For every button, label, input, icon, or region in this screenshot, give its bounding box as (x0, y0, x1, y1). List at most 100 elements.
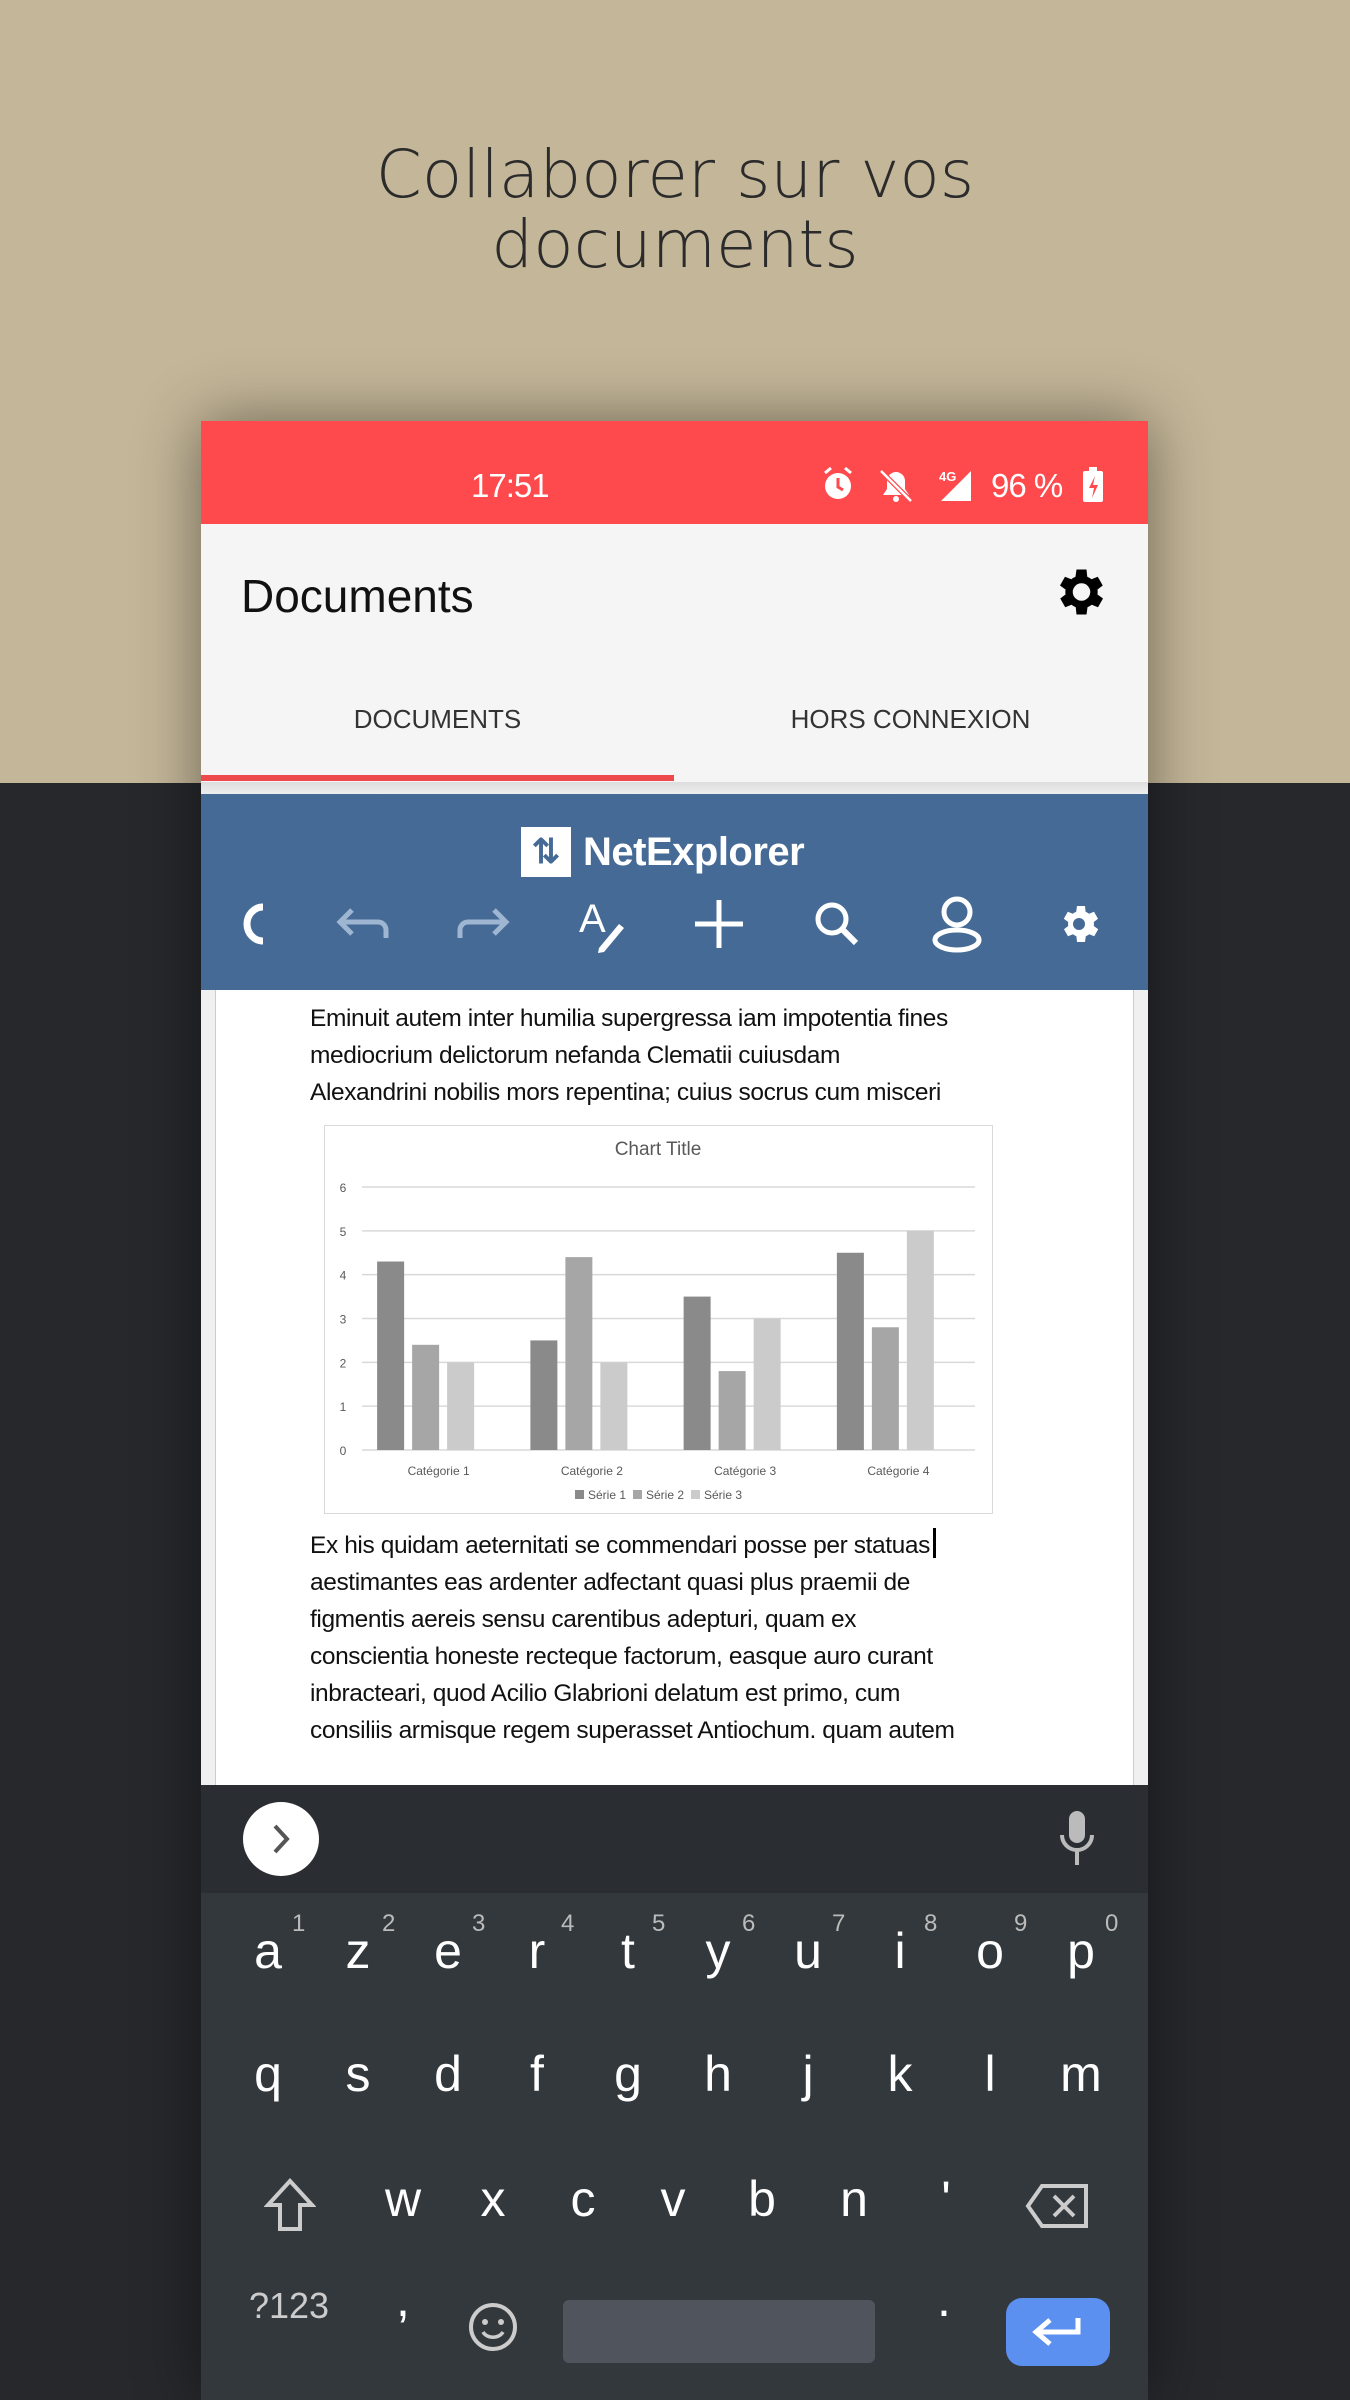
bar-4-series-2 (871, 1327, 899, 1450)
backspace-icon[interactable] (1024, 2182, 1090, 2230)
key-c[interactable]: c (571, 2170, 596, 2228)
brand-name: NetExplorer (583, 829, 805, 874)
keyboard-suggestion-bar (201, 1785, 1148, 1893)
key-hint-number: 8 (924, 1910, 938, 1937)
paragraph-2[interactable]: Ex his quidam aeternitati se commendari … (310, 1527, 1030, 1749)
text-line: aestimantes eas ardenter adfectant quasi… (310, 1569, 910, 1596)
tab-documents[interactable]: DOCUMENTS (201, 704, 674, 735)
key-r[interactable]: r (529, 1922, 546, 1980)
legend-swatch (575, 1490, 584, 1499)
key-v[interactable]: v (661, 2170, 686, 2228)
svg-text:4G: 4G (939, 469, 956, 484)
bar-4-series-1 (836, 1252, 864, 1450)
key-w[interactable]: w (385, 2170, 421, 2228)
settings-icon[interactable] (1044, 889, 1114, 959)
undo-icon[interactable] (329, 889, 399, 959)
y-tick-label: 1 (340, 1400, 347, 1414)
key-l[interactable]: l (984, 2045, 995, 2103)
y-tick-label: 5 (340, 1225, 347, 1239)
y-tick-label: 0 (340, 1444, 347, 1458)
text-line: figmentis aereis sensu carentibus adeptu… (310, 1606, 857, 1633)
expand-chevron-icon[interactable] (243, 1802, 319, 1876)
key-z[interactable]: z (346, 1922, 371, 1980)
key-x[interactable]: x (481, 2170, 506, 2228)
key-a[interactable]: a (254, 1922, 282, 1980)
text-line: conscientia honeste recteque factorum, e… (310, 1643, 933, 1670)
key-n[interactable]: n (840, 2170, 868, 2228)
netexplorer-logo: ⇅ NetExplorer (521, 827, 805, 877)
text-format-icon[interactable]: A (570, 889, 640, 959)
headline-line: documents (491, 206, 859, 283)
shift-icon[interactable] (264, 2177, 316, 2233)
enter-key[interactable] (1006, 2298, 1110, 2366)
key-s[interactable]: s (346, 2045, 371, 2103)
key-hint-number: 4 (561, 1910, 575, 1937)
y-tick-label: 6 (340, 1181, 347, 1195)
key-f[interactable]: f (530, 2045, 544, 2103)
bar-2-series-1 (530, 1340, 558, 1450)
key-e[interactable]: e (434, 1922, 462, 1980)
bar-2-series-2 (565, 1257, 593, 1450)
key-apostrophe[interactable]: ' (941, 2170, 951, 2228)
period-key[interactable]: . (937, 2270, 951, 2328)
key-p[interactable]: p (1067, 1922, 1095, 1980)
y-tick-label: 4 (340, 1269, 347, 1283)
key-hint-number: 5 (652, 1910, 666, 1937)
search-icon[interactable] (802, 889, 872, 959)
key-y[interactable]: y (706, 1922, 731, 1980)
key-hint-number: 1 (292, 1910, 306, 1937)
key-h[interactable]: h (704, 2045, 732, 2103)
key-j[interactable]: j (802, 2045, 813, 2103)
key-d[interactable]: d (434, 2045, 462, 2103)
comma-key[interactable]: , (396, 2270, 410, 2328)
user-icon[interactable] (922, 889, 992, 959)
add-icon[interactable] (684, 889, 754, 959)
alarm-icon (824, 466, 852, 499)
key-b[interactable]: b (748, 2170, 776, 2228)
settings-gear-icon[interactable] (1049, 562, 1109, 622)
key-hint-number: 6 (742, 1910, 756, 1937)
key-m[interactable]: m (1060, 2045, 1102, 2103)
legend-swatch (633, 1490, 642, 1499)
embedded-chart[interactable]: Chart Title 0 1 2 3 4 5 6 Catégorie 1 Catégorie 2… (324, 1125, 993, 1514)
text-line: inbracteari, quod Acilio Glabrioni delat… (310, 1680, 900, 1707)
key-k[interactable]: k (888, 2045, 913, 2103)
legend-label: Série 3 (704, 1488, 742, 1502)
symbols-key[interactable]: ?123 (249, 2285, 329, 2327)
key-hint-number: 9 (1014, 1910, 1028, 1937)
legend-label: Série 1 (588, 1488, 626, 1502)
microphone-icon[interactable] (1059, 1811, 1095, 1867)
bar-3-series-2 (718, 1371, 746, 1450)
key-t[interactable]: t (621, 1922, 635, 1980)
paragraph-1[interactable]: Eminuit autem inter humilia supergressa … (310, 1000, 1030, 1111)
text-line: Eminuit autem inter humilia supergressa … (310, 1005, 948, 1032)
key-hint-number: 2 (382, 1910, 396, 1937)
svg-text:A: A (579, 897, 606, 941)
close-partial-icon[interactable] (218, 889, 288, 959)
editor-toolbar: ⇅ NetExplorer A (201, 794, 1148, 990)
key-g[interactable]: g (614, 2045, 642, 2103)
key-hint-number: 7 (832, 1910, 846, 1937)
chart-title: Chart Title (615, 1139, 702, 1160)
space-bar[interactable] (563, 2300, 875, 2363)
bar-3-series-3 (753, 1318, 781, 1450)
headline: Collaborer sur vos documents (0, 140, 1350, 280)
divider (201, 782, 1148, 794)
bar-chart: Chart Title 0 1 2 3 4 5 6 Catégorie 1 Catégorie 2… (340, 1139, 975, 1502)
app-bar: Documents DOCUMENTS HORS CONNEXION (201, 524, 1148, 782)
key-hint-number: 0 (1105, 1910, 1119, 1937)
key-o[interactable]: o (976, 1922, 1004, 1980)
redo-icon[interactable] (447, 889, 517, 959)
emoji-icon[interactable] (467, 2301, 519, 2353)
text-cursor (932, 1528, 936, 1558)
key-i[interactable]: i (894, 1922, 905, 1980)
key-hint-number: 3 (472, 1910, 486, 1937)
tab-hors-connexion[interactable]: HORS CONNEXION (674, 704, 1147, 735)
legend-label: Série 2 (646, 1488, 684, 1502)
bar-1-series-2 (412, 1344, 440, 1450)
key-u[interactable]: u (794, 1922, 822, 1980)
bar-1-series-3 (447, 1362, 475, 1450)
key-q[interactable]: q (254, 2045, 282, 2103)
status-bar: 17:51 4G 96 % (201, 421, 1148, 524)
page-title: Documents (241, 570, 474, 622)
